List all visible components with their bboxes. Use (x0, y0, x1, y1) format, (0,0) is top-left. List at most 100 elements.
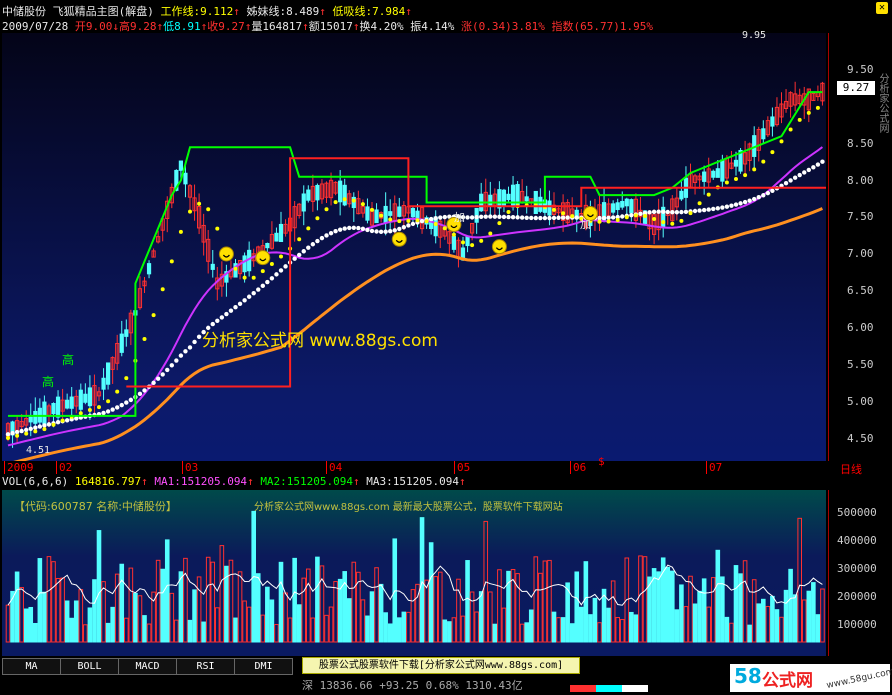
tab-dmi[interactable]: DMI (234, 658, 293, 675)
volume-bar (164, 539, 170, 643)
ma-work-dot (597, 219, 602, 224)
ma-work-dot (306, 226, 311, 231)
ma-work-dot (779, 139, 784, 144)
ma-work-dot (479, 238, 484, 243)
volume-bar (60, 577, 65, 643)
ma-sister-dot (438, 215, 443, 220)
volume-bar (110, 606, 115, 643)
up-arrow-icon: ↑ (233, 5, 240, 18)
volume-canvas[interactable] (2, 490, 826, 656)
ma-work-dot (724, 180, 729, 185)
vol-axis-label: 300000 (837, 562, 877, 575)
ma-work-dot (106, 399, 111, 404)
ma-work-dot (442, 226, 447, 231)
volume-bar (78, 589, 84, 643)
smiley-icon (391, 231, 407, 247)
ma-sister-dot (483, 214, 488, 219)
ma-sister-dot (679, 209, 684, 215)
work-line-value: 工作线:9.112 (160, 5, 234, 18)
date-label: 04 (326, 461, 342, 474)
volume-value: 量164817 (251, 20, 303, 33)
price-chart-canvas[interactable] (2, 33, 826, 461)
ma-work-dot (60, 418, 65, 423)
ma-sister-dot (692, 208, 698, 214)
ma-work-dot (42, 427, 47, 432)
volume-bar (124, 617, 129, 643)
ma-work-dot (433, 221, 438, 226)
volume-bar (679, 584, 684, 643)
ma-work-dot (415, 218, 420, 223)
down-swatch (596, 685, 622, 692)
ma-sister-dot (806, 167, 811, 173)
candle-body (547, 200, 552, 216)
logo-url: www.58gu.com (825, 666, 892, 692)
ma-work-dot (351, 198, 356, 203)
smiley-icon (255, 250, 271, 266)
ma-sister-dot (811, 165, 816, 170)
ma-work-dot (761, 159, 766, 164)
ma-sister-dot (506, 214, 511, 220)
add-marker-1: 加 (454, 211, 465, 224)
volume-bar (33, 622, 38, 643)
ad-bar[interactable]: 股票公式股票软件下载[分析家公式网www.88gs.com] (302, 657, 580, 674)
date-label: 03 (182, 461, 198, 474)
volume-bar (42, 591, 47, 643)
volume-bar (119, 563, 125, 643)
volume-bar (528, 609, 534, 643)
ma-sister-dot (356, 225, 361, 231)
ma-sister-dot (720, 205, 725, 210)
ma-work-dot (561, 211, 566, 216)
ma-work-dot (461, 240, 465, 245)
price-chart-panel[interactable]: 分析家公式网 www.88gs.com 高 高 4.51 9.95 加 加 (2, 30, 826, 461)
ma-sister-dot (656, 209, 661, 214)
stock-code-text: 【代码:600787 名称:中储股份】 (14, 500, 177, 513)
volume-bar (474, 611, 479, 643)
volume-bar (174, 619, 179, 643)
volume-bar (64, 600, 70, 643)
candle-body (702, 171, 707, 182)
ma-sister-dot (469, 215, 475, 220)
candle-body (106, 362, 111, 385)
ma-sister-dot (115, 405, 120, 410)
turnover-value: 换4.20% (359, 20, 404, 33)
volume-bar (433, 576, 438, 643)
axis-label: 5.00 (847, 395, 874, 408)
axis-label: 7.00 (847, 247, 874, 260)
ma-sister-dot (556, 215, 561, 220)
tab-boll[interactable]: BOLL (60, 658, 118, 675)
side-scroll-text: 分析家公式网 (877, 73, 888, 133)
date-label: 2009 (4, 461, 34, 474)
volume-panel[interactable]: 【代码:600787 名称:中储股份】 分析家公式网www.88gs.com 最… (2, 490, 826, 656)
volume-bar (419, 517, 425, 643)
candle-body (87, 387, 93, 407)
volume-bar (715, 549, 721, 643)
volume-bar (556, 617, 561, 643)
volume-bar (460, 615, 466, 643)
volume-bar (815, 614, 821, 643)
ma-sister-dot (465, 215, 470, 220)
ma-sister-dot (360, 226, 366, 231)
ma-sister-dot (752, 196, 757, 202)
volume-bar (747, 624, 752, 643)
volume-bar (710, 577, 716, 643)
period-button[interactable]: 日线 (840, 461, 862, 477)
close-icon[interactable]: ✕ (876, 2, 888, 14)
candle-body (178, 160, 184, 171)
ma-sister-dot (515, 215, 520, 220)
tab-ma[interactable]: MA (2, 658, 60, 675)
ma-sister-dot (388, 229, 393, 234)
volume-bar (756, 603, 762, 643)
volume-bar (560, 617, 566, 643)
ma-work-dot (142, 336, 147, 341)
ma-sister-dot (369, 228, 375, 234)
volume-bar (319, 565, 325, 643)
volume-bar (360, 599, 366, 643)
volume-bar (397, 617, 402, 643)
candle-body (624, 198, 629, 207)
ma-sister-dot (260, 283, 265, 289)
tab-macd[interactable]: MACD (118, 658, 176, 675)
tab-rsi[interactable]: RSI (176, 658, 234, 675)
ma-sister-dot (328, 230, 334, 236)
volume-bar (346, 598, 352, 643)
candle-body (733, 159, 739, 167)
